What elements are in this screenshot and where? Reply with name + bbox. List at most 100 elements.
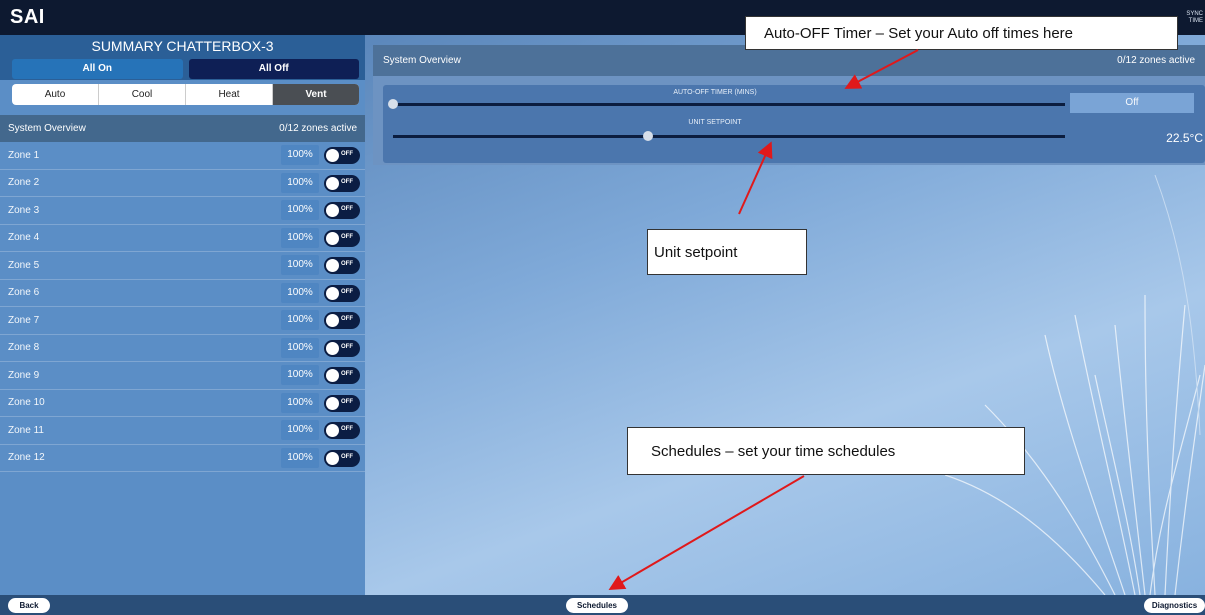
zone-row[interactable]: Zone 2 100% OFF (0, 170, 365, 197)
zone-toggle[interactable]: OFF (324, 339, 360, 357)
toggle-knob (326, 451, 339, 465)
panel-status: 0/12 zones active (1117, 55, 1195, 66)
zone-toggle[interactable]: OFF (324, 257, 360, 274)
zone-toggle[interactable]: OFF (324, 394, 360, 412)
zone-row[interactable]: Zone 10 100% OFF (0, 390, 365, 417)
toggle-state-label: OFF (341, 178, 353, 185)
toggle-knob (326, 314, 339, 327)
schedules-callout: Schedules – set your time schedules (627, 427, 1025, 475)
zone-name: Zone 8 (8, 342, 40, 354)
zone-row[interactable]: Zone 11 100% OFF (0, 417, 365, 445)
zone-percent-button[interactable]: 100% (281, 282, 319, 303)
zone-percent-button[interactable]: 100% (281, 365, 319, 385)
summary-title: SUMMARY CHATTERBOX-3 (0, 35, 365, 57)
toggle-knob (326, 286, 339, 300)
zone-row[interactable]: Zone 3 100% OFF (0, 197, 365, 225)
zone-toggle[interactable]: OFF (324, 147, 360, 164)
schedules-button[interactable]: Schedules (566, 598, 628, 613)
setpoint-callout: Unit setpoint (647, 229, 807, 275)
zone-percent-button[interactable]: 100% (281, 145, 319, 165)
feather-background-image (945, 175, 1205, 595)
toggle-state-label: OFF (341, 261, 353, 267)
toggle-state-label: OFF (341, 343, 353, 350)
zone-row[interactable]: Zone 8 100% OFF (0, 335, 365, 362)
back-button[interactable]: Back (8, 598, 50, 613)
mode-vent-button[interactable]: Vent (273, 84, 359, 105)
zone-percent-button[interactable]: 100% (281, 200, 319, 220)
zone-name: Zone 7 (8, 314, 40, 326)
zone-name: Zone 1 (8, 149, 40, 161)
zone-toggle[interactable]: OFF (324, 449, 360, 467)
zone-name: Zone 12 (8, 452, 45, 464)
zone-toggle[interactable]: OFF (324, 367, 360, 384)
zone-toggle[interactable]: OFF (324, 229, 360, 247)
zone-row[interactable]: Zone 4 100% OFF (0, 225, 365, 252)
zone-name: Zone 11 (8, 424, 44, 436)
zone-toggle[interactable]: OFF (324, 422, 360, 439)
toggle-state-label: OFF (341, 371, 353, 377)
controls-panel: AUTO-OFF TIMER (MINS) Off UNIT SETPOINT … (383, 85, 1205, 163)
zone-percent-button[interactable]: 100% (281, 447, 319, 468)
toggle-knob (326, 424, 339, 437)
mode-heat-button[interactable]: Heat (186, 84, 273, 105)
unit-setpoint-slider[interactable] (393, 131, 1065, 141)
app-window: SAI SYNC TIME SUMMARY CHATTERBOX-3 All O… (0, 0, 1205, 615)
toggle-knob (326, 231, 339, 245)
zone-toggle[interactable]: OFF (324, 312, 360, 329)
zone-row[interactable]: Zone 5 100% OFF (0, 252, 365, 280)
zone-percent-button[interactable]: 100% (281, 255, 319, 275)
bottom-bar: Back Schedules Diagnostics (0, 595, 1205, 615)
all-off-button[interactable]: All Off (188, 59, 359, 79)
zone-name: Zone 4 (8, 232, 40, 244)
toggle-state-label: OFF (341, 316, 353, 322)
setpoint-value: 22.5°C (1166, 131, 1203, 145)
main-area: System Overview 0/12 zones active AUTO-O… (365, 35, 1205, 595)
zone-row[interactable]: Zone 7 100% OFF (0, 307, 365, 335)
auto-off-value-button[interactable]: Off (1070, 93, 1194, 113)
sai-logo: SAI (10, 6, 45, 28)
zone-toggle[interactable]: OFF (324, 284, 360, 302)
auto-off-timer-thumb[interactable] (388, 99, 398, 109)
zone-row[interactable]: Zone 12 100% OFF (0, 445, 365, 472)
toggle-state-label: OFF (341, 453, 353, 460)
unit-setpoint-thumb[interactable] (643, 131, 654, 141)
auto-off-timer-slider[interactable] (388, 99, 1065, 109)
zone-percent-button[interactable]: 100% (281, 392, 319, 413)
toggle-knob (326, 369, 339, 382)
toggle-knob (326, 341, 339, 355)
toggle-knob (326, 149, 339, 162)
system-overview-label: System Overview (8, 123, 86, 134)
zone-percent-button[interactable]: 100% (281, 227, 319, 248)
toggle-state-label: OFF (341, 151, 353, 157)
mode-auto-button[interactable]: Auto (12, 84, 99, 105)
zone-percent-button[interactable]: 100% (281, 310, 319, 330)
diagnostics-button[interactable]: Diagnostics (1144, 598, 1205, 613)
zone-name: Zone 9 (8, 369, 40, 381)
zone-name: Zone 10 (8, 397, 45, 409)
auto-off-callout: Auto-OFF Timer – Set your Auto off times… (745, 16, 1178, 50)
zone-toggle[interactable]: OFF (324, 174, 360, 192)
zone-percent-button[interactable]: 100% (281, 172, 319, 193)
toggle-knob (326, 259, 339, 272)
toggle-knob (326, 396, 339, 410)
unit-setpoint-label: UNIT SETPOINT (688, 119, 742, 126)
all-on-button[interactable]: All On (12, 59, 183, 79)
toggle-knob (326, 176, 339, 190)
sidebar: SUMMARY CHATTERBOX-3 All On All Off Auto… (0, 35, 365, 595)
all-buttons-row: All On All Off (0, 57, 365, 80)
mode-selector: Auto Cool Heat Vent (12, 84, 359, 105)
system-overview-row[interactable]: System Overview 0/12 zones active (0, 115, 365, 142)
zone-name: Zone 3 (8, 204, 40, 216)
zone-toggle[interactable]: OFF (324, 202, 360, 219)
mode-cool-button[interactable]: Cool (99, 84, 186, 105)
brand-label: SYNC TIME (1186, 11, 1203, 24)
auto-off-timer-label: AUTO-OFF TIMER (MINS) (673, 89, 757, 96)
zone-row[interactable]: Zone 1 100% OFF (0, 142, 365, 170)
zone-percent-button[interactable]: 100% (281, 420, 319, 440)
zone-percent-button[interactable]: 100% (281, 337, 319, 358)
zone-row[interactable]: Zone 9 100% OFF (0, 362, 365, 390)
toggle-state-label: OFF (341, 426, 353, 432)
zone-name: Zone 6 (8, 287, 40, 299)
zone-name: Zone 5 (8, 259, 40, 271)
zone-row[interactable]: Zone 6 100% OFF (0, 280, 365, 307)
